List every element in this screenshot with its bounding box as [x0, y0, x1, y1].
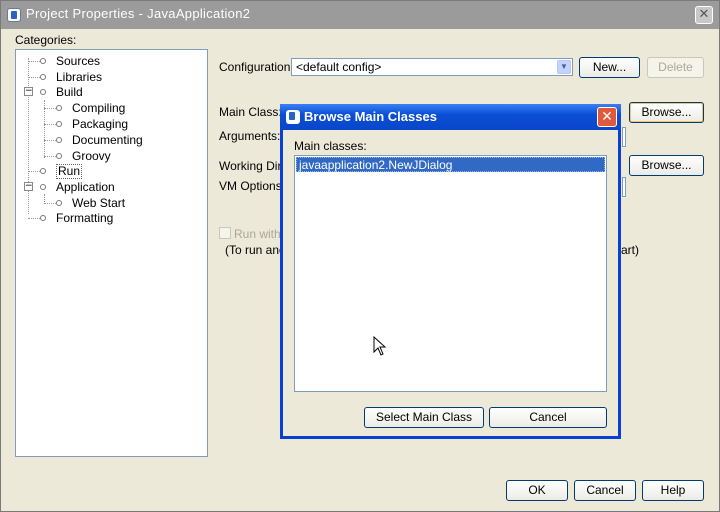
node-bullet-icon	[40, 215, 46, 221]
dialog-titlebar[interactable]: Browse Main Classes ✕	[280, 104, 621, 130]
working-directory-label: Working Dire	[219, 159, 289, 173]
chevron-down-icon[interactable]: ▼	[557, 60, 571, 74]
select-main-class-button[interactable]: Select Main Class	[364, 407, 484, 428]
node-bullet-icon	[56, 121, 62, 127]
tree-item-groovy[interactable]: Groovy	[72, 149, 111, 163]
tree-item-sources[interactable]: Sources	[56, 54, 100, 68]
configuration-label: Configuration:	[219, 60, 294, 74]
new-config-button[interactable]: New...	[579, 57, 640, 78]
tree-guide	[44, 203, 56, 204]
window-titlebar[interactable]: Project Properties - JavaApplication2 ✕	[1, 1, 719, 29]
node-bullet-icon	[56, 200, 62, 206]
app-icon	[7, 8, 21, 22]
tree-item-formatting[interactable]: Formatting	[56, 211, 113, 225]
tree-item-packaging[interactable]: Packaging	[72, 117, 128, 131]
tree-guide	[28, 77, 40, 78]
tree-guide	[44, 156, 56, 157]
node-bullet-icon	[56, 153, 62, 159]
tree-item-libraries[interactable]: Libraries	[56, 70, 102, 84]
dialog-title: Browse Main Classes	[304, 109, 437, 124]
window-title: Project Properties - JavaApplication2	[26, 6, 251, 21]
tree-item-build[interactable]: Build	[56, 85, 83, 99]
browse-working-dir-button[interactable]: Browse...	[629, 155, 704, 176]
close-icon[interactable]: ✕	[695, 6, 713, 24]
node-bullet-icon	[40, 89, 46, 95]
run-note-right: art)	[621, 243, 639, 257]
tree-item-application[interactable]: Application	[56, 180, 115, 194]
tree-item-documenting[interactable]: Documenting	[72, 133, 143, 147]
arguments-label: Arguments:	[219, 129, 281, 143]
tree-guide	[28, 171, 40, 172]
configuration-value: <default config>	[296, 60, 382, 74]
tree-guide	[44, 140, 56, 141]
node-bullet-icon	[40, 58, 46, 64]
browse-main-classes-dialog: Browse Main Classes ✕ Main classes: java…	[280, 104, 621, 439]
close-icon[interactable]: ✕	[597, 107, 617, 127]
tree-item-web-start[interactable]: Web Start	[72, 196, 125, 210]
collapse-icon[interactable]: −	[24, 87, 33, 96]
categories-label: Categories:	[15, 33, 77, 47]
node-bullet-icon	[40, 74, 46, 80]
vm-options-label: VM Options:	[219, 179, 286, 193]
mouse-cursor-icon	[373, 336, 387, 356]
node-bullet-icon	[40, 184, 46, 190]
collapse-icon[interactable]: −	[24, 182, 33, 191]
dialog-cancel-button[interactable]: Cancel	[489, 407, 607, 428]
delete-config-button[interactable]: Delete	[647, 57, 704, 78]
node-bullet-icon	[40, 168, 46, 174]
main-classes-label: Main classes:	[294, 139, 367, 153]
list-item[interactable]: javaapplication2.NewJDialog	[296, 157, 605, 172]
tree-item-run[interactable]: Run	[56, 164, 83, 179]
run-with-checkbox[interactable]	[219, 227, 231, 239]
tree-guide	[44, 108, 56, 109]
vm-options-field[interactable]	[622, 177, 626, 197]
run-with-label: Run with	[234, 227, 281, 241]
main-class-label: Main Class:	[219, 105, 282, 119]
app-icon	[286, 110, 300, 124]
help-button[interactable]: Help	[642, 480, 704, 501]
arguments-field[interactable]	[622, 127, 626, 147]
tree-guide	[28, 61, 40, 62]
node-bullet-icon	[56, 105, 62, 111]
cancel-button[interactable]: Cancel	[574, 480, 636, 501]
run-note-left: (To run and	[225, 243, 286, 257]
configuration-select[interactable]: <default config> ▼	[291, 58, 573, 76]
main-classes-list[interactable]: javaapplication2.NewJDialog	[294, 155, 607, 392]
categories-tree[interactable]: Sources Libraries − Build Compiling Pack…	[15, 49, 208, 457]
browse-main-class-button[interactable]: Browse...	[629, 102, 704, 123]
node-bullet-icon	[56, 137, 62, 143]
tree-guide	[28, 218, 40, 219]
tree-guide	[44, 124, 56, 125]
ok-button[interactable]: OK	[506, 480, 568, 501]
tree-item-compiling[interactable]: Compiling	[72, 101, 125, 115]
